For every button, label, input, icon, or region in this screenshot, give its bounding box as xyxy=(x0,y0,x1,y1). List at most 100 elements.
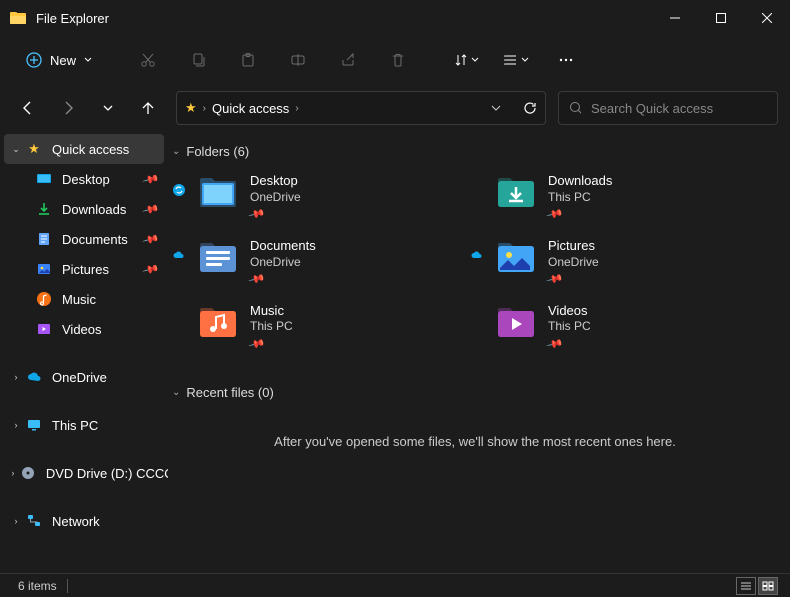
folder-name: Downloads xyxy=(548,173,612,190)
minimize-button[interactable] xyxy=(652,0,698,36)
folder-item[interactable]: DocumentsOneDrive📌 xyxy=(192,234,470,291)
paste-button[interactable] xyxy=(228,42,268,78)
chevron-down-icon: ⌄ xyxy=(172,146,180,157)
more-button[interactable] xyxy=(546,42,586,78)
sidebar-network[interactable]: › Network xyxy=(0,506,168,536)
delete-button[interactable] xyxy=(378,42,418,78)
folder-item[interactable]: PicturesOneDrive📌 xyxy=(490,234,768,291)
folders-section-header[interactable]: ⌄ Folders (6) xyxy=(168,140,782,169)
sidebar-item-pictures[interactable]: Pictures 📌 xyxy=(0,254,168,284)
view-button[interactable] xyxy=(496,42,536,78)
sidebar-item-documents[interactable]: Documents 📌 xyxy=(0,224,168,254)
folder-name: Documents xyxy=(250,238,316,255)
back-button[interactable] xyxy=(12,92,44,124)
pin-icon: 📌 xyxy=(545,205,563,223)
cut-button[interactable] xyxy=(128,42,168,78)
sidebar-item-downloads[interactable]: Downloads 📌 xyxy=(0,194,168,224)
sidebar-thispc[interactable]: › This PC xyxy=(0,410,168,440)
folder-icon xyxy=(494,238,538,278)
sort-button[interactable] xyxy=(446,42,486,78)
share-icon xyxy=(340,52,356,68)
disc-icon xyxy=(20,465,36,481)
refresh-button[interactable] xyxy=(523,101,537,115)
folder-item[interactable]: VideosThis PC📌 xyxy=(490,299,768,356)
chevron-right-icon: › xyxy=(203,103,206,114)
search-input[interactable] xyxy=(591,101,767,116)
folder-icon xyxy=(494,303,538,343)
search-box[interactable] xyxy=(558,91,778,125)
folder-item[interactable]: DownloadsThis PC📌 xyxy=(490,169,768,226)
window-title: File Explorer xyxy=(36,11,652,26)
app-icon xyxy=(10,10,26,26)
sidebar-dvd[interactable]: › DVD Drive (D:) CCCOMA_X64FRE_EN-US xyxy=(0,458,168,488)
videos-icon xyxy=(36,321,52,337)
trash-icon xyxy=(390,52,406,68)
view-icon xyxy=(504,53,518,67)
plus-circle-icon xyxy=(26,52,42,68)
folder-icon xyxy=(494,173,538,213)
sidebar-label: Pictures xyxy=(62,262,109,277)
star-icon: ★ xyxy=(26,141,42,157)
sidebar-item-videos[interactable]: Videos xyxy=(0,314,168,344)
chevron-down-icon xyxy=(521,56,529,64)
folder-icon xyxy=(196,303,240,343)
star-icon: ★ xyxy=(185,100,197,116)
pin-icon: 📌 xyxy=(142,170,160,188)
cloud-icon xyxy=(26,369,42,385)
sidebar-label: DVD Drive (D:) CCCOMA_X64FRE_EN-US xyxy=(46,466,168,481)
chevron-down-icon xyxy=(471,56,479,64)
folder-item[interactable]: MusicThis PC📌 xyxy=(192,299,470,356)
chevron-down-icon[interactable]: ⌄ xyxy=(10,144,22,155)
pin-icon: 📌 xyxy=(142,260,160,278)
sidebar-item-desktop[interactable]: Desktop 📌 xyxy=(0,164,168,194)
sidebar-item-music[interactable]: Music xyxy=(0,284,168,314)
divider xyxy=(67,579,68,593)
folder-item[interactable]: DesktopOneDrive📌 xyxy=(192,169,470,226)
sidebar-label: Videos xyxy=(62,322,102,337)
navigation-bar: ★ › Quick access › xyxy=(0,84,790,132)
address-dropdown[interactable] xyxy=(491,103,501,113)
new-button[interactable]: New xyxy=(14,46,104,74)
folder-name: Desktop xyxy=(250,173,301,190)
sidebar-label: Desktop xyxy=(62,172,110,187)
folder-location: OneDrive xyxy=(250,255,316,271)
chevron-right-icon[interactable]: › xyxy=(10,420,22,430)
share-button[interactable] xyxy=(328,42,368,78)
breadcrumb[interactable]: Quick access xyxy=(212,101,289,116)
maximize-button[interactable] xyxy=(698,0,744,36)
empty-message: After you've opened some files, we'll sh… xyxy=(168,410,782,473)
close-button[interactable] xyxy=(744,0,790,36)
folder-location: OneDrive xyxy=(548,255,599,271)
documents-icon xyxy=(36,231,52,247)
up-button[interactable] xyxy=(132,92,164,124)
content-pane: ⌄ Folders (6) DesktopOneDrive📌DownloadsT… xyxy=(168,132,790,573)
rename-button[interactable] xyxy=(278,42,318,78)
cloud-status-icon xyxy=(470,248,484,262)
new-label: New xyxy=(50,53,76,68)
chevron-right-icon[interactable]: › xyxy=(10,372,22,382)
address-bar[interactable]: ★ › Quick access › xyxy=(176,91,546,125)
navigation-pane: ⌄ ★ Quick access Desktop 📌 Downloads 📌 D… xyxy=(0,132,168,573)
sidebar-onedrive[interactable]: › OneDrive xyxy=(0,362,168,392)
desktop-icon xyxy=(36,171,52,187)
command-bar: New xyxy=(0,36,790,84)
recent-dropdown[interactable] xyxy=(92,92,124,124)
title-bar: File Explorer xyxy=(0,0,790,36)
chevron-right-icon[interactable]: › xyxy=(10,516,22,526)
sidebar-label: Quick access xyxy=(52,142,129,157)
sidebar-label: Downloads xyxy=(62,202,126,217)
recent-section-header[interactable]: ⌄ Recent files (0) xyxy=(168,381,782,410)
details-view-button[interactable] xyxy=(736,577,756,595)
folder-name: Music xyxy=(250,303,293,320)
forward-button[interactable] xyxy=(52,92,84,124)
pin-icon: 📌 xyxy=(142,200,160,218)
tiles-view-button[interactable] xyxy=(758,577,778,595)
chevron-right-icon[interactable]: › xyxy=(10,468,16,478)
chevron-down-icon: ⌄ xyxy=(172,387,180,398)
search-icon xyxy=(569,101,581,115)
folder-name: Videos xyxy=(548,303,591,320)
sidebar-quick-access[interactable]: ⌄ ★ Quick access xyxy=(4,134,164,164)
copy-button[interactable] xyxy=(178,42,218,78)
folders-header-label: Folders (6) xyxy=(186,144,249,159)
sort-icon xyxy=(454,53,468,67)
